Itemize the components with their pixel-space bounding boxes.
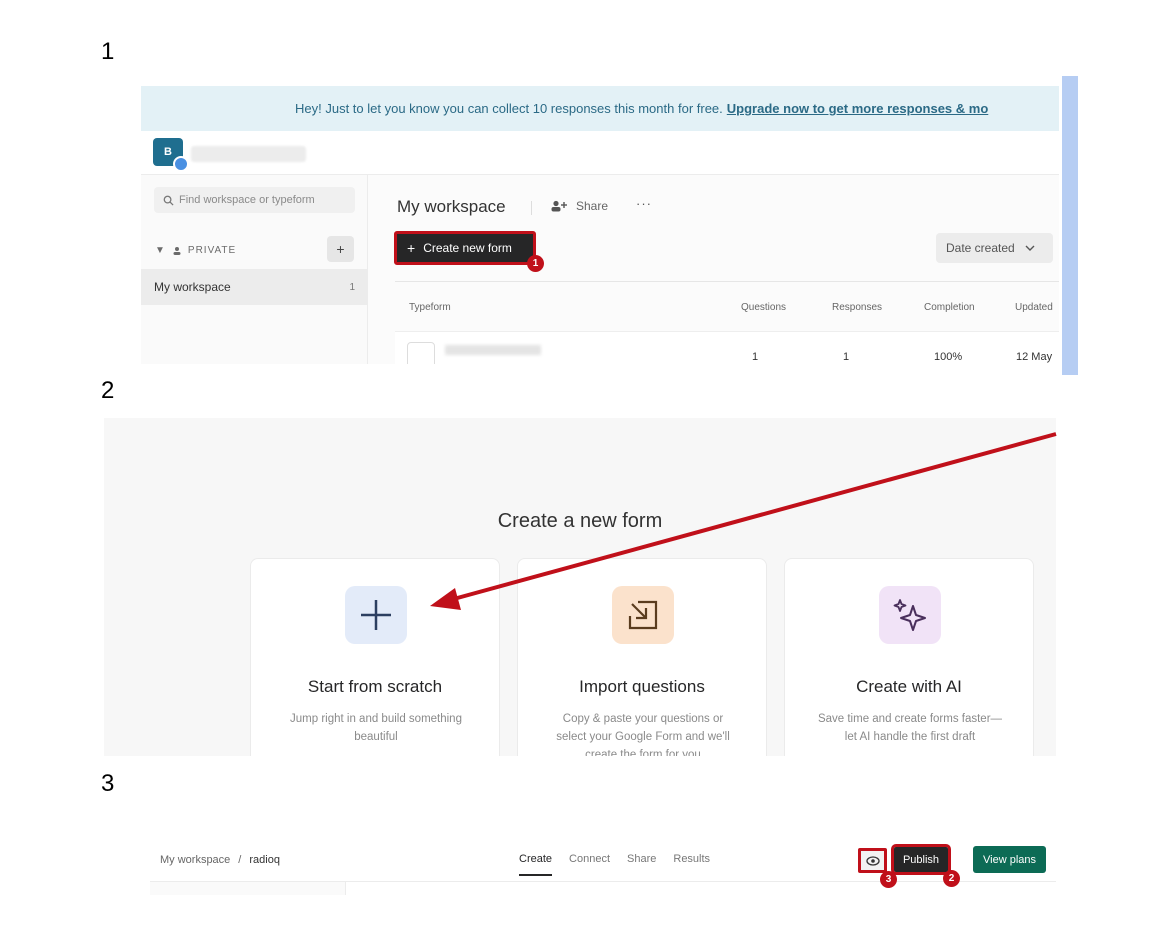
publish-button[interactable]: Publish: [891, 844, 951, 875]
account-name-blurred: [191, 146, 306, 162]
sidebar-item-count: 1: [349, 281, 355, 293]
step-number-1: 1: [101, 38, 115, 65]
preview-button[interactable]: [858, 848, 887, 873]
title-divider: [531, 201, 532, 215]
sort-dropdown[interactable]: Date created: [936, 233, 1053, 263]
add-person-icon: [551, 200, 567, 212]
breadcrumb-separator: /: [238, 854, 242, 866]
column-header-questions[interactable]: Questions: [741, 302, 786, 313]
create-new-form-label: Create new form: [423, 241, 512, 255]
page-title: My workspace: [397, 197, 506, 216]
column-header-typeform[interactable]: Typeform: [409, 302, 451, 313]
view-plans-button[interactable]: View plans: [973, 846, 1046, 873]
tab-results[interactable]: Results: [673, 853, 710, 876]
more-options-icon[interactable]: ···: [636, 196, 652, 211]
breadcrumb-form-name[interactable]: radioq: [249, 854, 280, 866]
start-from-scratch-card[interactable]: Start from scratch Jump right in and bui…: [250, 558, 500, 756]
create-form-title: Create a new form: [497, 510, 663, 532]
workspace-screenshot: Hey! Just to let you know you can collec…: [141, 86, 1059, 364]
form-editor-header-screenshot: My workspace / radioq Create Connect Sha…: [150, 838, 1056, 895]
step-number-3: 3: [101, 770, 115, 797]
workspace-search-input[interactable]: Find workspace or typeform: [154, 187, 355, 213]
card-title: Start from scratch: [307, 677, 443, 696]
search-icon: [163, 195, 174, 206]
editor-sidebar: [150, 882, 346, 895]
import-questions-card[interactable]: Import questions Copy & paste your quest…: [517, 558, 767, 756]
card-description: Copy & paste your questions or select yo…: [556, 713, 730, 756]
upgrade-banner: Hey! Just to let you know you can collec…: [141, 86, 1059, 131]
table-divider: [395, 281, 1059, 282]
eye-icon: [865, 855, 880, 866]
card-title: Import questions: [579, 677, 705, 696]
row-responses: 1: [843, 351, 850, 363]
column-header-updated[interactable]: Updated: [1015, 302, 1053, 313]
card-description: Save time and create forms faster—let AI…: [817, 713, 1003, 743]
row-completion: 100%: [934, 351, 963, 363]
sparkle-icon: [879, 586, 941, 644]
workspace-sidebar: Find workspace or typeform ▼ PRIVATE + M…: [141, 175, 368, 364]
workspace-main: My workspace Share ··· + Create new form…: [368, 175, 1059, 364]
sort-label: Date created: [946, 241, 1015, 255]
column-header-completion[interactable]: Completion: [924, 302, 975, 313]
column-header-responses[interactable]: Responses: [832, 302, 882, 313]
sidebar-item-my-workspace[interactable]: My workspace 1: [141, 269, 368, 305]
avatar-badge-icon: [173, 156, 189, 172]
row-questions: 1: [752, 351, 759, 363]
breadcrumb: My workspace / radioq: [160, 854, 280, 866]
caret-down-icon: ▼: [155, 245, 166, 256]
row-updated: 12 May: [1016, 351, 1053, 363]
card-description: Jump right in and build something beauti…: [290, 713, 462, 743]
annotation-marker-1: 1: [527, 255, 544, 272]
tab-share[interactable]: Share: [627, 853, 656, 876]
plus-icon: [345, 586, 407, 644]
editor-tabs: Create Connect Share Results: [519, 853, 710, 876]
private-section-toggle[interactable]: ▼ PRIVATE: [155, 245, 236, 256]
sidebar-item-label: My workspace: [154, 280, 231, 294]
card-title: Create with AI: [856, 677, 962, 696]
private-label: PRIVATE: [187, 245, 237, 256]
form-thumbnail: [407, 342, 435, 364]
search-placeholder: Find workspace or typeform: [179, 194, 315, 206]
scrollbar[interactable]: [1062, 76, 1078, 375]
add-workspace-button[interactable]: +: [327, 236, 354, 262]
step-number-2: 2: [101, 377, 115, 404]
annotation-marker-3: 3: [880, 871, 897, 888]
create-with-ai-card[interactable]: Create with AI Save time and create form…: [784, 558, 1034, 756]
person-icon: [173, 246, 181, 255]
share-button[interactable]: Share: [551, 199, 608, 213]
breadcrumb-workspace[interactable]: My workspace: [160, 854, 230, 866]
import-icon: [612, 586, 674, 644]
upgrade-link[interactable]: Upgrade now to get more responses & mo: [727, 101, 989, 116]
annotation-marker-2: 2: [943, 870, 960, 887]
chevron-down-icon: [1025, 245, 1035, 251]
tab-connect[interactable]: Connect: [569, 853, 610, 876]
share-label: Share: [576, 199, 609, 213]
form-name-blurred: [445, 345, 541, 355]
create-new-form-button[interactable]: + Create new form: [394, 231, 536, 265]
banner-text: Hey! Just to let you know you can collec…: [295, 101, 723, 116]
create-form-screenshot: Create a new form Start from scratch Jum…: [104, 418, 1056, 756]
tab-create[interactable]: Create: [519, 853, 553, 876]
plus-icon: +: [407, 240, 416, 256]
